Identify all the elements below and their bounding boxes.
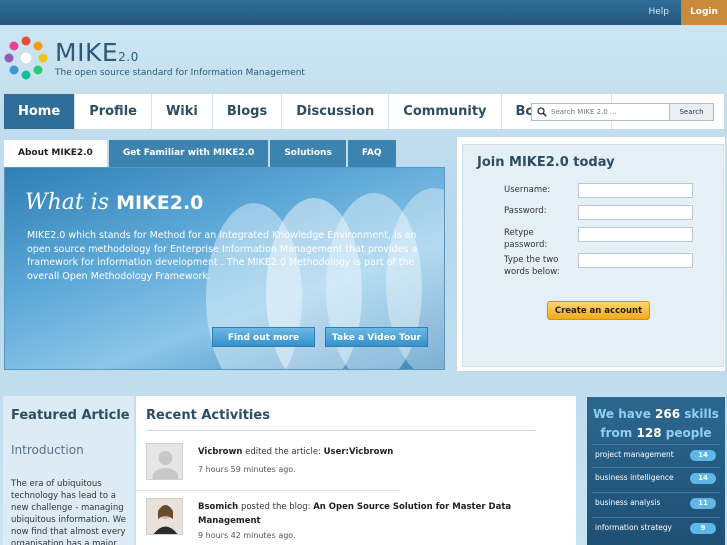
nav-wiki[interactable]: Wiki <box>152 94 213 129</box>
nav-community[interactable]: Community <box>389 94 502 129</box>
user-placeholder-icon <box>152 451 179 479</box>
skill-count-badge: 14 <box>690 450 716 461</box>
skill-row[interactable]: information strategy 9 <box>592 517 720 539</box>
tab-get-familiar[interactable]: Get Familiar with MIKE2.0 <box>108 140 269 167</box>
tab-faq[interactable]: FAQ <box>347 140 396 167</box>
avatar[interactable] <box>146 443 183 480</box>
divider <box>146 430 536 431</box>
brand-tagline: The open source standard for Information… <box>55 68 305 78</box>
nav-discussion[interactable]: Discussion <box>282 94 390 129</box>
activity-action: posted the blog: <box>240 502 311 512</box>
hero-banner: What is MIKE2.0 MIKE2.0 which stands for… <box>4 167 445 370</box>
skill-row[interactable]: business intelligence 14 <box>592 467 720 489</box>
skill-count-badge: 9 <box>690 523 716 534</box>
top-bar: Help Login <box>0 0 727 25</box>
skill-row[interactable]: project management 14 <box>592 444 720 466</box>
captcha-label: Type the two words below: <box>504 255 560 277</box>
activity-text: Vicbrown edited the article: User:Vicbro… <box>198 445 538 459</box>
user-photo-icon <box>147 499 182 534</box>
activity-user[interactable]: Vicbrown <box>198 447 242 457</box>
retype-password-label: Retype password: <box>504 228 548 250</box>
activity-time: 9 hours 42 minutes ago. <box>198 531 296 540</box>
join-panel: Join MIKE2.0 today Username: Password: R… <box>456 136 726 372</box>
tab-solutions[interactable]: Solutions <box>270 140 346 167</box>
mike-logo-icon[interactable] <box>4 36 48 80</box>
skills-panel: We have 266 skills from 128 people proje… <box>587 397 725 545</box>
recent-activities: Recent Activities Vicbrown edited the ar… <box>136 396 576 545</box>
skill-count-badge: 14 <box>690 473 716 484</box>
hero-title: What is MIKE2.0 <box>25 190 204 215</box>
nav-blogs[interactable]: Blogs <box>213 94 283 129</box>
featured-heading: Featured Article <box>11 408 130 423</box>
activity-action: edited the article: <box>245 447 321 457</box>
activity-time: 7 hours 59 minutes ago. <box>198 465 296 474</box>
activity-user[interactable]: Bsomich <box>198 502 238 512</box>
recent-heading: Recent Activities <box>146 408 270 423</box>
skill-row[interactable]: business analysis 11 <box>592 492 720 514</box>
hero-description: MIKE2.0 which stands for Method for an I… <box>27 230 418 282</box>
find-out-more-button[interactable]: Find out more <box>212 327 315 347</box>
main-nav: Home Profile Wiki Blogs Discussion Commu… <box>3 93 725 130</box>
content-tabs: About MIKE2.0 Get Familiar with MIKE2.0 … <box>4 140 398 167</box>
password-field[interactable] <box>578 205 693 220</box>
featured-title[interactable]: Introduction <box>11 443 84 457</box>
skill-label: information strategy <box>595 523 672 532</box>
skills-summary: We have 266 skills from 128 people <box>593 407 719 440</box>
search-button[interactable]: Search <box>669 104 713 120</box>
skill-count-badge: 11 <box>690 498 716 509</box>
password-label: Password: <box>504 206 547 216</box>
activity-text: Bsomich posted the blog: An Open Source … <box>198 500 538 528</box>
username-field[interactable] <box>578 183 693 198</box>
create-account-button[interactable]: Create an account <box>547 301 650 320</box>
video-tour-button[interactable]: Take a Video Tour <box>325 327 428 347</box>
skill-label: business analysis <box>595 498 661 507</box>
join-title: Join MIKE2.0 today <box>477 155 615 170</box>
login-button[interactable]: Login <box>681 0 727 25</box>
search-input[interactable] <box>551 105 669 119</box>
search-box: Search <box>531 103 714 121</box>
featured-article: Featured Article Introduction The era of… <box>3 396 134 545</box>
captcha-field[interactable] <box>578 253 693 268</box>
brand-name[interactable]: MIKE2.0 <box>55 38 139 67</box>
activity-target[interactable]: User:Vicbrown <box>324 447 394 457</box>
skill-label: business intelligence <box>595 473 674 482</box>
nav-profile[interactable]: Profile <box>75 94 152 129</box>
join-form: Join MIKE2.0 today Username: Password: R… <box>462 144 724 367</box>
skill-label: project management <box>595 450 674 459</box>
search-icon <box>537 107 547 117</box>
username-label: Username: <box>504 185 551 195</box>
help-link[interactable]: Help <box>648 0 669 25</box>
featured-excerpt: The era of ubiquitous technology has lea… <box>11 479 126 545</box>
nav-home[interactable]: Home <box>4 94 76 129</box>
divider <box>62 490 400 491</box>
avatar[interactable] <box>146 498 183 535</box>
retype-password-field[interactable] <box>578 227 693 242</box>
tab-about[interactable]: About MIKE2.0 <box>4 140 107 167</box>
